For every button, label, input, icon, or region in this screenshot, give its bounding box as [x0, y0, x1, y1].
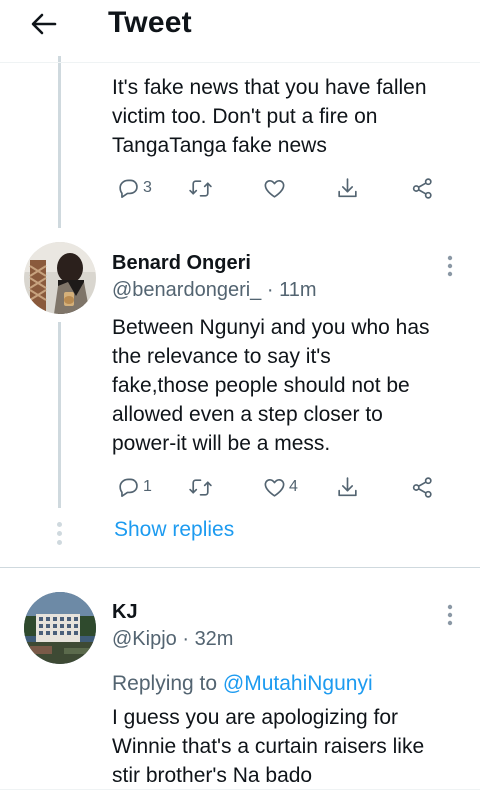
- reply-icon: [119, 478, 138, 497]
- heart-icon: [264, 478, 285, 497]
- reply-button[interactable]: 1: [116, 472, 152, 502]
- more-vertical-icon: [447, 604, 453, 626]
- thread-line-middle: [58, 322, 61, 508]
- author-name[interactable]: KJ: [112, 601, 138, 624]
- tweet-1-actions: 3: [110, 173, 450, 203]
- more-options-button[interactable]: [436, 252, 464, 280]
- avatar[interactable]: [24, 242, 96, 314]
- author-name[interactable]: Benard Ongeri: [112, 252, 251, 275]
- author-handle[interactable]: @benardongeri_: [112, 279, 261, 301]
- bottom-divider: [0, 789, 480, 790]
- share-network-button[interactable]: [410, 472, 435, 502]
- replying-to-link[interactable]: @MutahiNgunyi: [223, 672, 373, 695]
- like-button[interactable]: [262, 173, 289, 203]
- retweet-icon: [189, 478, 212, 496]
- like-button[interactable]: 4: [262, 472, 298, 502]
- reply-icon: [119, 179, 138, 198]
- tweet-time[interactable]: 32m: [195, 628, 234, 650]
- share-button[interactable]: [335, 472, 360, 502]
- share-network-icon: [412, 476, 432, 498]
- author-handle[interactable]: @Kipjo: [112, 628, 177, 650]
- heart-icon: [264, 179, 285, 198]
- retweet-button[interactable]: [188, 173, 215, 203]
- replying-to: Replying to @MutahiNgunyi: [112, 672, 373, 696]
- back-button[interactable]: [24, 8, 64, 40]
- author-meta: @benardongeri_ · 11m: [112, 279, 317, 302]
- tweet-2-actions: 1 4: [110, 472, 450, 502]
- author-meta: @Kipjo · 32m: [112, 628, 233, 651]
- meta-separator: ·: [176, 628, 195, 650]
- tweet-3-text: I guess you are apologizing for Winnie t…: [112, 706, 425, 787]
- avatar[interactable]: [24, 592, 96, 664]
- share-network-icon: [412, 177, 432, 199]
- more-options-button[interactable]: [436, 601, 464, 629]
- reply-count: 3: [143, 179, 152, 196]
- arrow-left-icon: [31, 13, 57, 35]
- show-replies-link[interactable]: Show replies: [114, 518, 234, 542]
- reply-button[interactable]: 3: [116, 173, 152, 203]
- more-vertical-icon: [447, 255, 453, 277]
- thread-dots-icon: [57, 522, 62, 549]
- share-down-icon: [338, 476, 357, 496]
- tweet-1-text: It's fake news that you have fallen vict…: [112, 76, 427, 157]
- like-count: 4: [289, 478, 298, 495]
- share-network-button[interactable]: [410, 173, 435, 203]
- meta-separator: ·: [261, 279, 280, 301]
- retweet-icon: [189, 179, 212, 197]
- thread-line-top: [58, 56, 61, 228]
- header-divider: [0, 62, 480, 63]
- page-title: Tweet: [108, 6, 192, 39]
- reply-count: 1: [143, 478, 152, 495]
- share-button[interactable]: [335, 173, 360, 203]
- retweet-button[interactable]: [188, 472, 215, 502]
- top-app-bar: Tweet: [0, 0, 480, 56]
- share-down-icon: [338, 177, 357, 197]
- replying-prefix: Replying to: [112, 672, 218, 695]
- tweet-2-text: Between Ngunyi and you who has the relev…: [112, 316, 430, 455]
- divider: [0, 567, 480, 568]
- tweet-time[interactable]: 11m: [279, 279, 316, 301]
